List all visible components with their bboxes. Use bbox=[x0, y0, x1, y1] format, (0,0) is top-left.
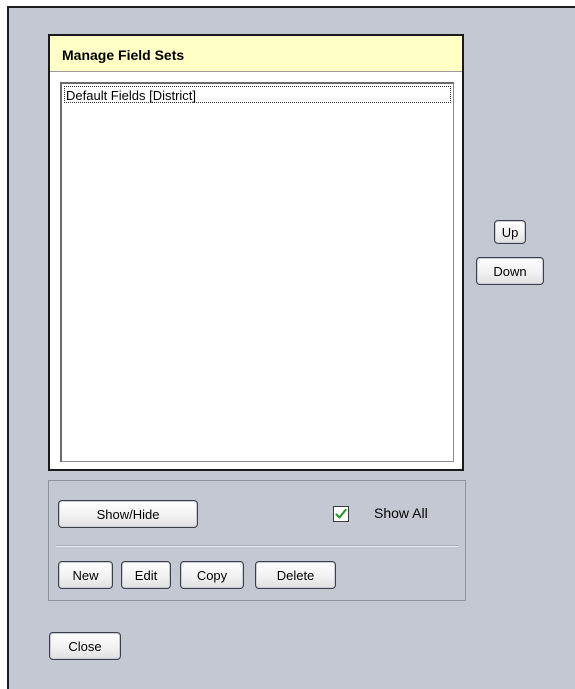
show-all-checkbox[interactable] bbox=[333, 506, 349, 522]
show-all-label: Show All bbox=[374, 505, 428, 521]
field-sets-listbox[interactable]: Default Fields [District] bbox=[60, 82, 454, 462]
check-icon bbox=[335, 508, 347, 519]
copy-button[interactable]: Copy bbox=[180, 561, 244, 589]
up-button[interactable]: Up bbox=[494, 220, 526, 244]
delete-button[interactable]: Delete bbox=[255, 561, 336, 589]
down-button[interactable]: Down bbox=[476, 257, 544, 285]
edit-button[interactable]: Edit bbox=[121, 561, 171, 589]
new-button[interactable]: New bbox=[58, 561, 113, 589]
list-item[interactable]: Default Fields [District] bbox=[64, 86, 451, 103]
panel-title: Manage Field Sets bbox=[50, 36, 462, 72]
show-hide-button[interactable]: Show/Hide bbox=[58, 500, 198, 528]
field-sets-panel: Manage Field Sets Default Fields [Distri… bbox=[48, 34, 464, 471]
close-button[interactable]: Close bbox=[49, 632, 121, 660]
toolbar-divider-highlight bbox=[56, 546, 458, 547]
